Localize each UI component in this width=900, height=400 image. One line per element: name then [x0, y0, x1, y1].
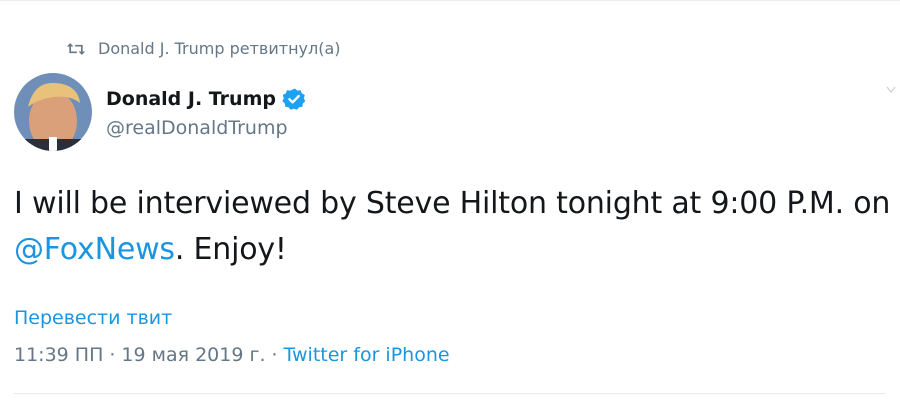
tweet-text-end: . Enjoy!: [174, 232, 287, 267]
mention-link[interactable]: @FoxNews: [14, 232, 175, 267]
author-name[interactable]: Donald J. Trump: [106, 88, 276, 110]
tweet-date[interactable]: 19 мая 2019 г.: [121, 344, 265, 366]
author-handle[interactable]: @realDonaldTrump: [106, 117, 288, 139]
retweet-context[interactable]: Donald J. Trump ретвитнул(а): [66, 39, 341, 58]
tweet-text: I will be interviewed by Steve Hilton to…: [14, 181, 894, 273]
verified-badge-icon: [282, 88, 306, 110]
meta-separator: ·: [271, 344, 278, 366]
tweet-text-body: I will be interviewed by Steve Hilton to…: [14, 186, 891, 221]
tweet-time[interactable]: 11:39 ПП: [14, 344, 103, 366]
retweet-icon: [66, 42, 86, 55]
profile-photo: [14, 73, 92, 151]
divider: [14, 393, 886, 394]
chevron-down-icon[interactable]: [886, 85, 896, 95]
retweet-label: Donald J. Trump ретвитнул(а): [98, 39, 341, 58]
meta-separator: ·: [109, 344, 116, 366]
tweet-meta: 11:39 ПП · 19 мая 2019 г. · Twitter for …: [14, 344, 450, 366]
translate-tweet-link[interactable]: Перевести твит: [14, 307, 172, 329]
tweet-card: Donald J. Trump ретвитнул(а) Donald J. T…: [0, 0, 900, 400]
avatar[interactable]: [14, 73, 92, 151]
author-name-line[interactable]: Donald J. Trump: [106, 87, 306, 111]
tweet-source-link[interactable]: Twitter for iPhone: [284, 344, 450, 366]
